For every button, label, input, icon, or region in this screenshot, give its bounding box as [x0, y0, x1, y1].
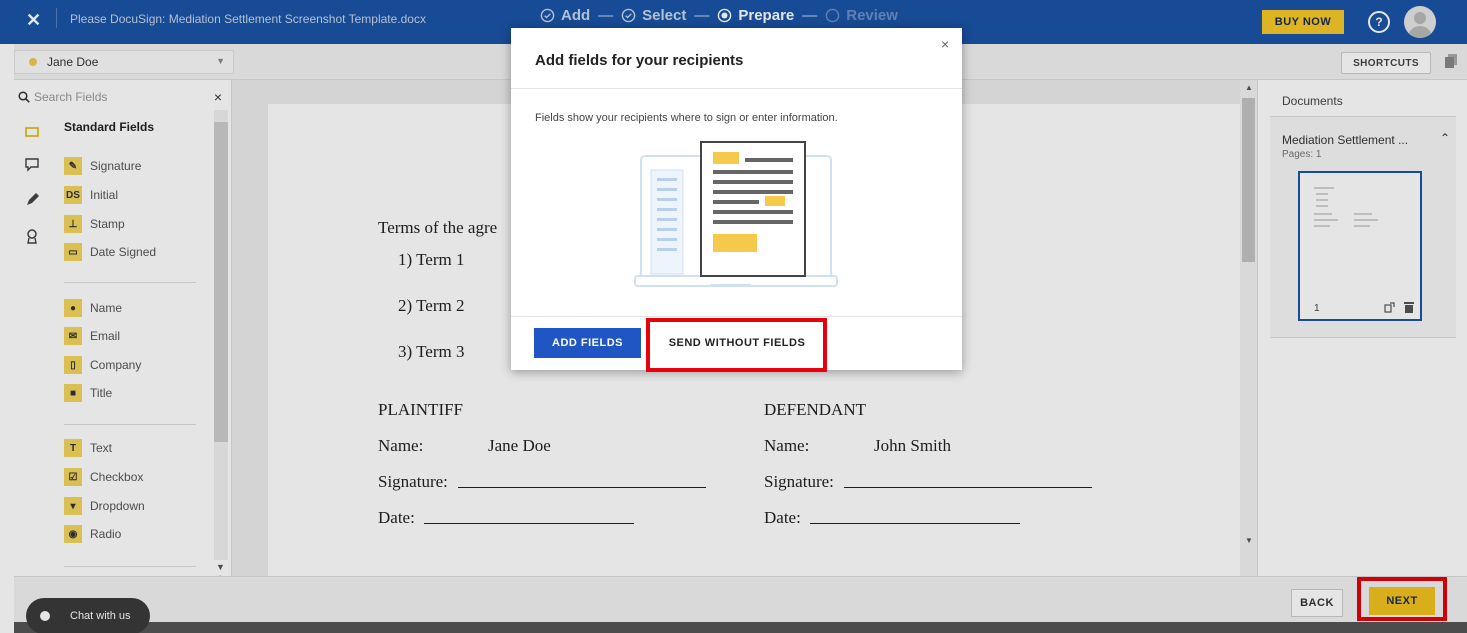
add-fields-button[interactable]: ADD FIELDS [534, 328, 641, 358]
modal-title: Add fields for your recipients [535, 52, 744, 69]
document-illustration-icon [634, 141, 838, 287]
close-icon[interactable]: × [941, 36, 949, 52]
add-fields-modal: Add fields for your recipients × Fields … [511, 28, 962, 372]
send-without-fields-button[interactable]: SEND WITHOUT FIELDS [654, 328, 820, 358]
modal-description: Fields show your recipients where to sig… [535, 112, 838, 124]
divider [511, 316, 962, 317]
divider [511, 88, 962, 89]
